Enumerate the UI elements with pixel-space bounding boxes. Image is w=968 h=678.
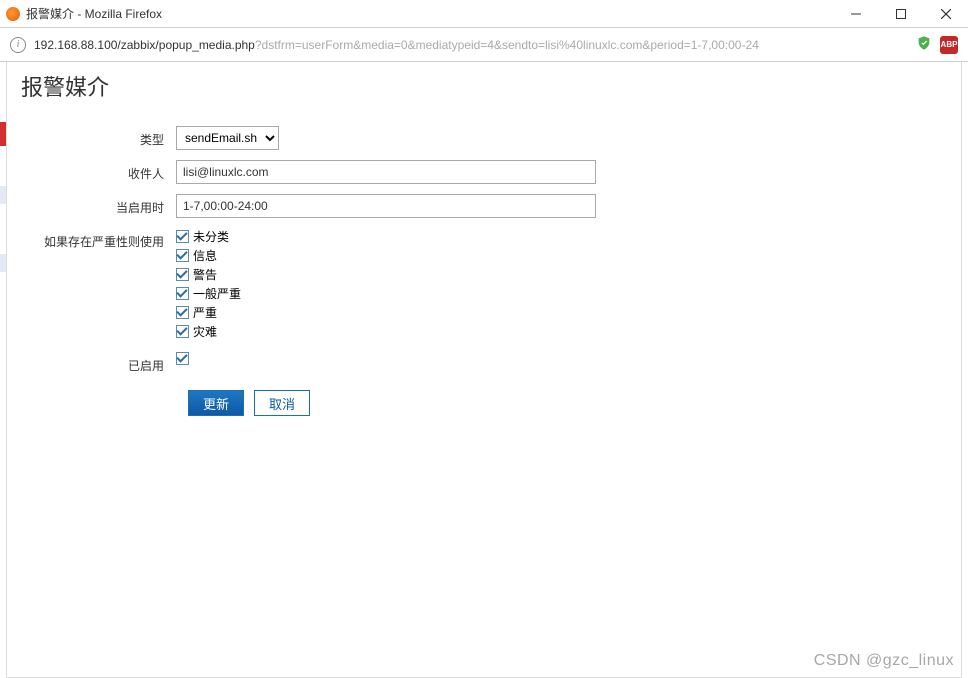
url-main: 192.168.88.100/zabbix/popup_media.php: [34, 38, 255, 52]
severity-checkbox-unclassified[interactable]: [176, 230, 189, 243]
severity-checkbox-average[interactable]: [176, 287, 189, 300]
when-active-input[interactable]: [176, 194, 596, 218]
window-titlebar: 报警媒介 - Mozilla Firefox: [0, 0, 968, 28]
type-label: 类型: [21, 126, 176, 148]
severity-checkbox-info[interactable]: [176, 249, 189, 262]
close-button[interactable]: [923, 0, 968, 28]
enabled-label: 已启用: [21, 352, 176, 374]
site-info-icon[interactable]: i: [10, 37, 26, 53]
adblock-icon[interactable]: ABP: [940, 36, 958, 54]
update-button[interactable]: 更新: [188, 390, 244, 416]
enabled-checkbox[interactable]: [176, 352, 189, 365]
severity-checkbox-high[interactable]: [176, 306, 189, 319]
url-query: ?dstfrm=userForm&media=0&mediatypeid=4&s…: [255, 38, 759, 52]
recipient-label: 收件人: [21, 160, 176, 182]
maximize-button[interactable]: [878, 0, 923, 28]
severity-checkbox-disaster[interactable]: [176, 325, 189, 338]
severity-label: 如果存在严重性则使用: [21, 228, 176, 250]
firefox-icon: [6, 7, 20, 21]
window-title: 报警媒介 - Mozilla Firefox: [26, 5, 162, 22]
severity-option-label: 未分类: [193, 228, 229, 245]
minimize-button[interactable]: [833, 0, 878, 28]
severity-option-label: 一般严重: [193, 285, 241, 302]
severity-checkbox-warning[interactable]: [176, 268, 189, 281]
popup-panel: 报警媒介 类型 sendEmail.sh 收件人 当启用时 如果存在严重性则使用: [6, 62, 962, 678]
when-label: 当启用时: [21, 194, 176, 216]
severity-option-label: 灾难: [193, 323, 217, 340]
cancel-button[interactable]: 取消: [254, 390, 310, 416]
severity-group: 未分类 信息 警告 一般严重 严重 灾难: [176, 228, 241, 342]
security-shield-icon[interactable]: [916, 35, 932, 54]
watermark: CSDN @gzc_linux: [814, 652, 954, 670]
recipient-input[interactable]: [176, 160, 596, 184]
severity-option-label: 警告: [193, 266, 217, 283]
severity-option-label: 信息: [193, 247, 217, 264]
severity-option-label: 严重: [193, 304, 217, 321]
type-select[interactable]: sendEmail.sh: [176, 126, 279, 150]
page-title: 报警媒介: [21, 70, 947, 102]
url-text[interactable]: 192.168.88.100/zabbix/popup_media.php?ds…: [34, 38, 908, 52]
address-bar: i 192.168.88.100/zabbix/popup_media.php?…: [0, 28, 968, 62]
